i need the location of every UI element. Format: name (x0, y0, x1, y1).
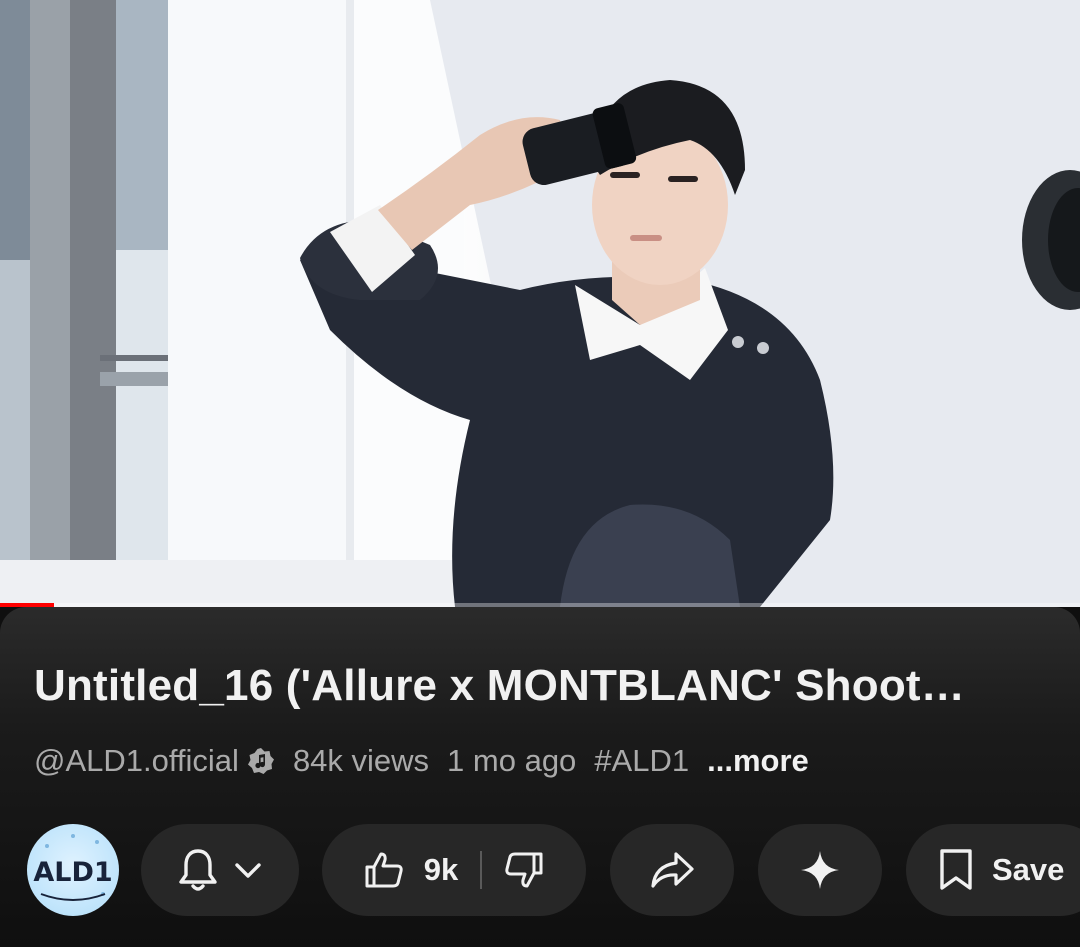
avatar-logo: ALD1 (33, 834, 113, 901)
share-arrow-icon (651, 852, 694, 888)
music-verified-icon (247, 747, 275, 775)
like-count: 9k (423, 852, 459, 887)
channel-avatar[interactable]: ALD1 (27, 824, 119, 916)
like-dislike-button-group: 9k (322, 824, 586, 916)
video-metadata-row[interactable]: @ALD1.official 84k views 1 mo ago #ALD1 … (34, 743, 809, 779)
save-label: Save (992, 852, 1065, 887)
action-row: ALD1 9k Save (0, 824, 1080, 916)
bell-icon (179, 849, 217, 891)
channel-handle[interactable]: @ALD1.official (34, 743, 239, 779)
thumbs-up-icon[interactable] (364, 850, 404, 890)
like-divider (480, 851, 483, 889)
chevron-down-icon (235, 863, 261, 878)
bookmark-icon (940, 849, 972, 890)
sparkle-icon (801, 851, 839, 889)
upload-age: 1 mo ago (447, 743, 577, 778)
video-player[interactable] (0, 0, 1080, 607)
avatar-text: ALD1 (33, 857, 112, 888)
hashtag-link[interactable]: #ALD1 (594, 743, 689, 779)
video-info-panel: Untitled_16 ('Allure x MONTBLANC' Shoot…… (0, 607, 1080, 947)
thumbs-down-icon[interactable] (504, 850, 544, 890)
subscription-bell-button[interactable] (141, 824, 299, 916)
save-button[interactable]: Save (906, 824, 1080, 916)
view-count: 84k views (292, 743, 430, 778)
video-frame-image (0, 0, 1080, 607)
share-button[interactable] (610, 824, 734, 916)
ask-ai-button[interactable] (758, 824, 882, 916)
video-title[interactable]: Untitled_16 ('Allure x MONTBLANC' Shoot… (34, 661, 1044, 711)
more-button[interactable]: ...more (707, 743, 809, 779)
